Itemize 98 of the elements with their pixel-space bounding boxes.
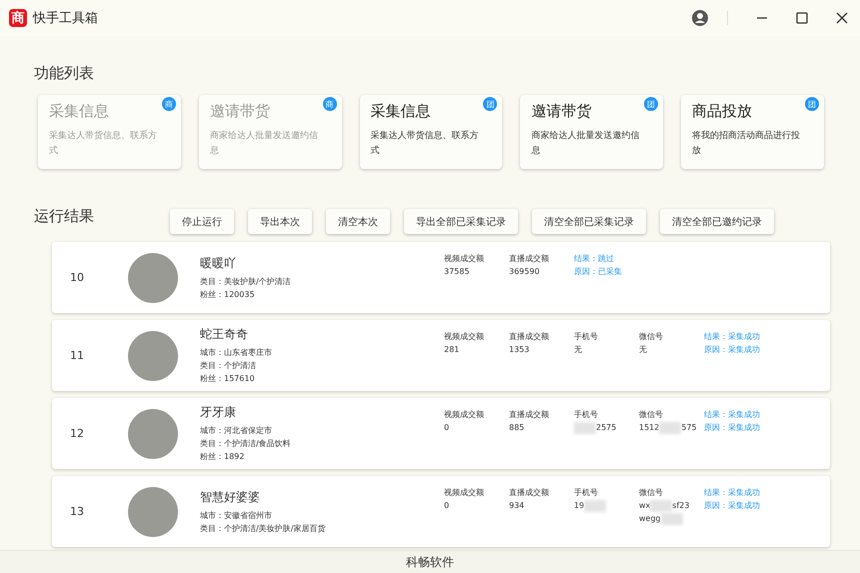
stat-value: 19 — [574, 500, 584, 512]
stat-label: 手机号 — [574, 487, 598, 499]
feature-card[interactable]: 商品投放 将我的招商活动商品进行投放 团 — [681, 95, 824, 169]
stat-value: 934 — [509, 500, 524, 512]
result-text: 结果：采集成功 — [704, 487, 760, 499]
row-index: 11 — [70, 349, 85, 362]
user-info: 粉丝：1892 — [200, 451, 244, 463]
result-text: 结果：采集成功 — [704, 331, 760, 343]
badge: 团 — [483, 97, 498, 111]
user-name: 牙牙康 — [200, 404, 236, 421]
action-button[interactable]: 清空本次 — [326, 209, 390, 234]
stat-value: 0 — [444, 422, 450, 434]
avatar-photo-placeholder — [128, 330, 178, 380]
stat-value: wegg — [639, 513, 661, 525]
card-title: 邀请带货 — [531, 102, 592, 121]
close-icon[interactable] — [836, 12, 848, 24]
stat-label: 微信号 — [639, 331, 663, 343]
avatar-photo-placeholder — [128, 252, 178, 302]
avatar-photo-placeholder — [128, 486, 178, 536]
stat-label: 直播成交额 — [509, 331, 549, 343]
stat-label: 直播成交额 — [509, 487, 549, 499]
section-title: 功能列表 — [34, 64, 95, 83]
footer-text: 科畅软件 — [0, 550, 860, 573]
card-description: 采集达人带货信息、联系方式 — [370, 130, 480, 158]
stat-label: 直播成交额 — [509, 253, 549, 265]
stat-label: 手机号 — [574, 331, 598, 343]
reason-text: 原因：已采集 — [574, 266, 622, 278]
result-text: 结果：跳过 — [574, 253, 614, 265]
action-button[interactable]: 停止运行 — [170, 209, 234, 234]
card-title: 邀请带货 — [210, 102, 271, 121]
stat-label: 直播成交额 — [509, 409, 549, 421]
row-index: 13 — [70, 505, 85, 518]
app-logo: 商 — [9, 9, 27, 27]
stat-label: 视频成交额 — [444, 331, 484, 343]
blur-mask — [660, 512, 683, 524]
card-description: 商家给达人批量发送邀约信息 — [531, 130, 640, 158]
window-title: 快手工具箱 — [33, 10, 98, 27]
user-info: 粉丝：157610 — [200, 373, 255, 385]
feature-card[interactable]: 采集信息 采集达人带货信息、联系方式 团 — [360, 95, 502, 169]
stat-label: 视频成交额 — [444, 487, 484, 499]
card-title: 商品投放 — [692, 102, 754, 121]
stat-label: 微信号 — [639, 487, 663, 499]
stat-value: 575 — [681, 422, 697, 434]
blur-mask — [584, 500, 606, 512]
user-info: 城市：河北省保定市 — [200, 425, 272, 437]
action-button[interactable]: 清空全部已邀约记录 — [660, 209, 774, 234]
maximize-icon[interactable] — [796, 12, 808, 24]
stat-label: 视频成交额 — [444, 253, 484, 265]
feature-card[interactable]: 邀请带货 商家给达人批量发送邀约信息 团 — [520, 95, 664, 169]
user-info: 类目：个护清洁/食品饮料 — [200, 438, 291, 450]
stat-label: 微信号 — [639, 409, 663, 421]
card-title: 采集信息 — [370, 102, 432, 121]
user-name: 暖暖吖 — [200, 254, 236, 272]
stat-value: 无 — [639, 344, 647, 356]
stat-value: 0 — [444, 500, 450, 512]
action-button[interactable]: 导出全部已采集记录 — [404, 209, 518, 234]
reason-text: 原因：采集成功 — [704, 344, 760, 356]
badge: 团 — [804, 97, 819, 111]
stat-value: 885 — [509, 422, 524, 434]
blur-mask — [659, 422, 682, 434]
card-title: 采集信息 — [49, 102, 110, 121]
user-info: 类目：美妆护肤/个护清洁 — [200, 276, 291, 288]
stat-value: 281 — [444, 344, 460, 356]
row-index: 12 — [70, 427, 85, 440]
card-description: 将我的招商活动商品进行投放 — [692, 130, 802, 158]
row-index: 10 — [70, 271, 85, 284]
section-title: 运行结果 — [34, 207, 94, 226]
reason-text: 原因：采集成功 — [704, 422, 760, 434]
stat-value: 37585 — [444, 266, 470, 278]
user-info: 类目：个护清洁 — [200, 360, 256, 372]
badge: 商 — [322, 97, 337, 111]
stat-value: sf23 — [672, 500, 690, 512]
card-description: 商家给达人批量发送邀约信息 — [210, 130, 319, 158]
stat-value: 2575 — [596, 422, 616, 434]
badge: 商 — [162, 97, 176, 111]
stat-label: 视频成交额 — [444, 409, 484, 421]
stat-value: 1353 — [509, 344, 530, 356]
user-name: 智慧好婆婆 — [200, 488, 260, 506]
blur-mask — [574, 422, 596, 434]
stat-value: 无 — [574, 344, 582, 356]
user-info: 城市：安徽省宿州市 — [200, 510, 272, 522]
badge: 团 — [644, 97, 658, 111]
stat-value: 1512 — [639, 422, 660, 434]
account-icon[interactable] — [691, 9, 709, 27]
result-text: 结果：采集成功 — [704, 409, 760, 421]
user-info: 粉丝：120035 — [200, 288, 255, 300]
reason-text: 原因：采集成功 — [704, 500, 760, 512]
user-info: 城市：山东省枣庄市 — [200, 347, 272, 359]
avatar-photo-placeholder — [128, 408, 178, 458]
stat-value: 369590 — [509, 266, 540, 278]
action-button[interactable]: 清空全部已采集记录 — [532, 209, 646, 234]
action-button[interactable]: 导出本次 — [248, 209, 312, 234]
user-info: 类目：个护清洁/美妆护肤/家居百货 — [200, 522, 326, 534]
stat-label: 手机号 — [574, 409, 598, 421]
user-name: 蛇王奇奇 — [200, 326, 248, 343]
blur-mask — [650, 500, 672, 512]
card-description: 采集达人带货信息、联系方式 — [49, 130, 158, 158]
stat-value: wx — [639, 500, 650, 512]
